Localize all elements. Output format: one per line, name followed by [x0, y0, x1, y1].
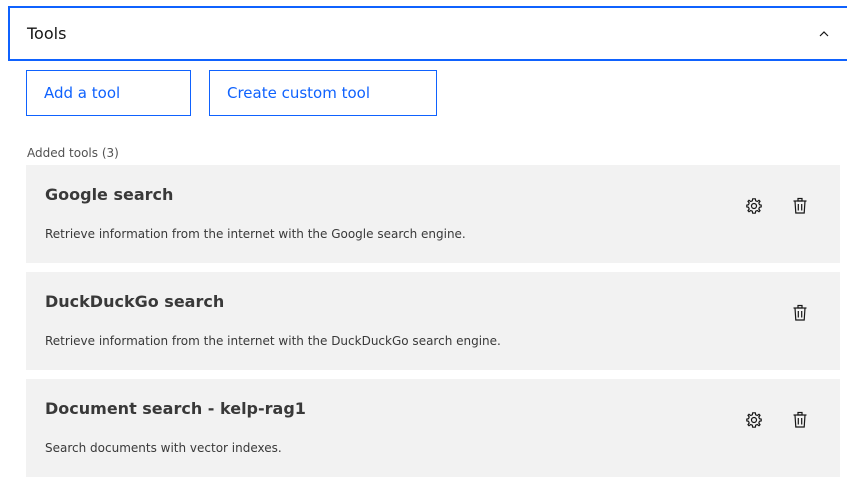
tool-name: Google search	[45, 185, 174, 204]
tool-card-google-search: Google search Retrieve information from …	[26, 165, 840, 263]
create-custom-tool-button[interactable]: Create custom tool	[209, 70, 437, 116]
tool-card-duckduckgo-search: DuckDuckGo search Retrieve information f…	[26, 272, 840, 370]
accordion-title: Tools	[27, 24, 67, 43]
chevron-up-icon	[819, 31, 829, 37]
delete-trash-icon[interactable]	[791, 197, 809, 215]
tool-description: Search documents with vector indexes.	[45, 441, 282, 455]
tools-accordion-header[interactable]: Tools	[8, 6, 847, 61]
tool-name: Document search - kelp-rag1	[45, 399, 306, 418]
tool-description: Retrieve information from the internet w…	[45, 334, 501, 348]
delete-trash-icon[interactable]	[791, 411, 809, 429]
settings-gear-icon[interactable]	[745, 197, 763, 215]
delete-trash-icon[interactable]	[791, 304, 809, 322]
settings-gear-icon[interactable]	[745, 411, 763, 429]
add-tool-button[interactable]: Add a tool	[26, 70, 191, 116]
added-tools-label: Added tools (3)	[27, 146, 119, 160]
tool-card-document-search: Document search - kelp-rag1 Search docum…	[26, 379, 840, 477]
tool-description: Retrieve information from the internet w…	[45, 227, 466, 241]
tool-name: DuckDuckGo search	[45, 292, 225, 311]
